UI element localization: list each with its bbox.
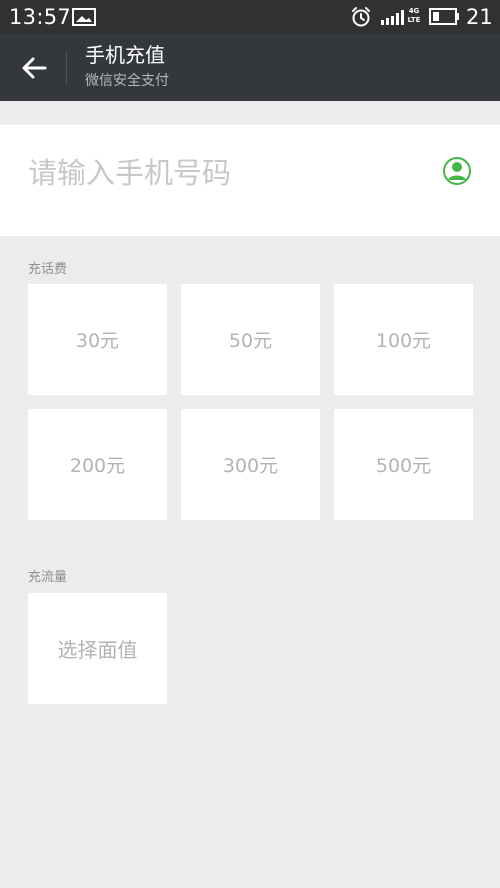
signal-icon [381,10,404,25]
recharge-option-500[interactable]: 500元 [334,409,473,520]
recharge-option-30[interactable]: 30元 [28,284,167,395]
back-button[interactable] [17,52,51,84]
phone-input-panel [0,125,500,236]
contact-button[interactable] [442,156,472,186]
network-4g-label: 4G [408,7,420,15]
phone-number-input[interactable] [28,152,388,194]
page-subtitle: 微信安全支付 [85,73,169,89]
status-bar: 13:57 4G LTE 21 [0,0,500,34]
network-lte-label: LTE [407,16,421,24]
section-label-data-plan: 充流量 [28,570,68,585]
recharge-option-300[interactable]: 300元 [181,409,320,520]
data-plan-select-button[interactable]: 选择面值 [28,593,167,704]
battery-level: 21 [466,5,493,29]
section-label-call-recharge: 充话费 [28,262,68,277]
page-title: 手机充值 [85,43,165,67]
battery-icon [429,8,459,25]
gallery-icon [72,8,96,26]
recharge-option-100[interactable]: 100元 [334,284,473,395]
header-divider [66,51,67,85]
network-badge: 4G LTE [407,7,421,27]
app-header: 手机充值 微信安全支付 [0,34,500,101]
status-time: 13:57 [9,5,72,29]
back-arrow-icon [22,57,47,79]
recharge-option-200[interactable]: 200元 [28,409,167,520]
recharge-option-50[interactable]: 50元 [181,284,320,395]
alarm-icon [352,7,370,27]
